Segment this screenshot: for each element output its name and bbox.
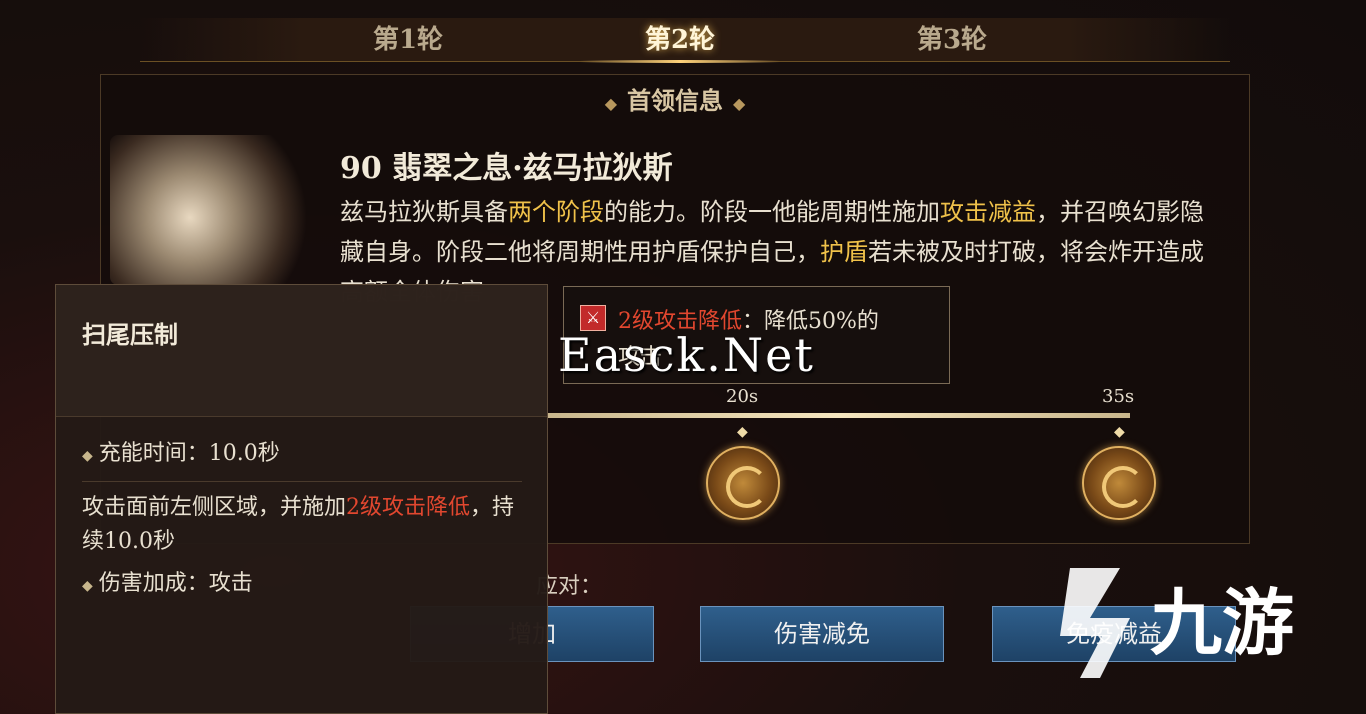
diamond-bullet-icon: ◆ xyxy=(82,448,93,464)
panel-title-text: 首领信息 xyxy=(627,86,723,115)
skill-bonus: ◆ 伤害加成：攻击 xyxy=(82,567,253,603)
logo-text: 九游 xyxy=(1150,581,1294,665)
skill-charge: ◆ 充能时间：10.0秒 xyxy=(82,437,280,473)
dragon-swirl-icon[interactable] xyxy=(706,446,780,520)
desc-text: 的能力。阶段一他能周期性施加 xyxy=(604,198,940,226)
pin-icon: ◆ xyxy=(737,424,748,440)
desc-highlight: 攻击减益 xyxy=(940,198,1036,226)
panel-title: ◆ 首领信息 ◆ xyxy=(101,81,1249,121)
desc-text: 兹马拉狄斯具备 xyxy=(340,198,508,226)
skill-title: 扫尾压制 xyxy=(82,320,178,349)
desc-highlight: 护盾 xyxy=(820,238,868,266)
skill-header xyxy=(56,285,547,417)
tab-round-3[interactable]: 第3轮 xyxy=(862,22,1042,58)
skill-detail-panel: 扫尾压制 ◆ 充能时间：10.0秒 攻击面前左侧区域，并施加2级攻击降低，持续10… xyxy=(55,284,548,714)
tab-round-1[interactable]: 第1轮 xyxy=(318,22,498,58)
boss-name: 90 翡翠之息·兹马拉狄斯 xyxy=(340,151,673,186)
round-tab-bar: 第1轮 第2轮 第3轮 xyxy=(140,18,1230,63)
jiuyou-logo: 九游 xyxy=(1060,568,1294,678)
skill-bonus-text: 伤害加成：攻击 xyxy=(98,571,253,596)
boss-portrait xyxy=(110,135,310,285)
divider xyxy=(82,481,522,482)
skill-desc-text: 攻击面前左侧区域，并施加 xyxy=(82,495,347,520)
skill-timeline xyxy=(545,413,1130,418)
diamond-bullet-icon: ◆ xyxy=(82,578,93,594)
pin-icon: ◆ xyxy=(1114,424,1125,440)
tab-round-2[interactable]: 第2轮 xyxy=(580,22,780,63)
skill-desc-highlight: 2级攻击降低 xyxy=(346,495,471,520)
desc-highlight: 两个阶段 xyxy=(508,198,604,226)
skill-charge-text: 充能时间：10.0秒 xyxy=(98,441,280,466)
counter-button-damage-reduction[interactable]: 伤害减免 xyxy=(700,606,944,662)
skill-description: 攻击面前左侧区域，并施加2级攻击降低，持续10.0秒 xyxy=(82,491,522,559)
diamond-icon: ◆ xyxy=(733,94,746,113)
time-label-20s: 20s xyxy=(726,386,759,407)
diamond-icon: ◆ xyxy=(604,94,617,113)
watermark-text: Easck.Net xyxy=(558,328,815,382)
dragon-claw-icon[interactable] xyxy=(1082,446,1156,520)
time-label-35s: 35s xyxy=(1102,386,1135,407)
